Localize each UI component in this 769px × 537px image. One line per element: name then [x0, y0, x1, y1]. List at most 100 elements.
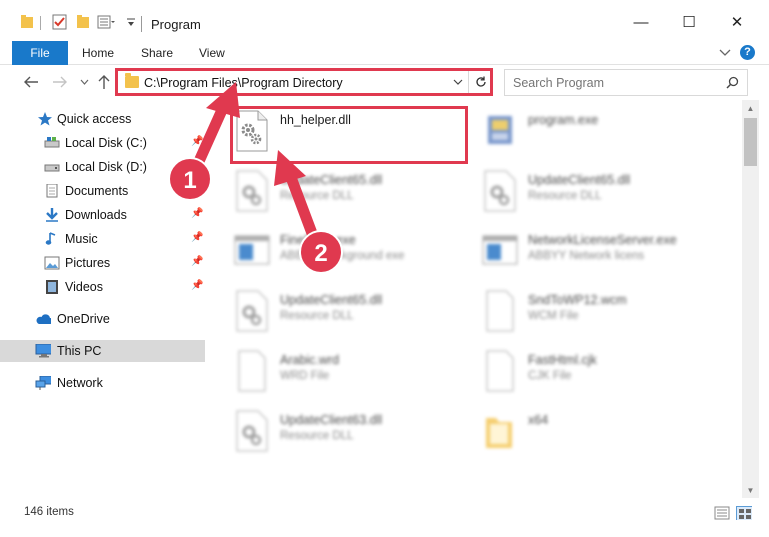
- item-count: 146 items: [24, 506, 74, 518]
- sidebar-item-label: Music: [65, 232, 98, 246]
- sidebar-item-music[interactable]: Music 📌: [0, 228, 205, 250]
- sidebar-item-network[interactable]: Network: [0, 372, 205, 394]
- dll-gear-icon: [236, 410, 268, 452]
- sidebar-item-label: Videos: [65, 280, 103, 294]
- file-item[interactable]: SndToWP12.wcm WCM File: [482, 288, 732, 340]
- dll-gear-icon: [236, 170, 268, 212]
- pin-icon: 📌: [191, 232, 204, 243]
- pictures-icon: [44, 256, 60, 270]
- file-item[interactable]: Arabic.wrd WRD File: [234, 348, 484, 400]
- ribbon: File Home Share View ?: [0, 40, 769, 65]
- vertical-scrollbar[interactable]: ▲ ▼: [742, 100, 759, 498]
- sidebar-item-label: Quick access: [57, 112, 132, 126]
- recent-locations-icon[interactable]: [80, 79, 89, 86]
- sidebar-item-videos[interactable]: Videos 📌: [0, 276, 205, 298]
- videos-icon: [46, 280, 58, 294]
- pin-icon: 📌: [191, 256, 204, 267]
- tab-view[interactable]: View: [199, 41, 225, 65]
- large-icons-view-icon[interactable]: [736, 506, 752, 520]
- file-description: Resource DLL: [280, 310, 354, 322]
- tab-home[interactable]: Home: [82, 41, 114, 65]
- drive-icon: [44, 164, 60, 172]
- back-arrow-icon[interactable]: [23, 76, 39, 88]
- file-name: FineExec.exe: [280, 233, 356, 247]
- window-app-icon: [482, 235, 518, 265]
- blank-file-icon: [486, 290, 514, 332]
- sidebar-item-documents[interactable]: Documents 📌: [0, 180, 205, 202]
- file-name: UpdateClient65.dll: [528, 173, 631, 187]
- properties-icon[interactable]: [52, 14, 68, 30]
- search-icon[interactable]: [726, 76, 739, 89]
- sidebar-item-quick-access[interactable]: Quick access: [0, 108, 205, 130]
- file-item[interactable]: UpdateClient65.dll Resource DLL: [234, 168, 484, 220]
- file-item[interactable]: UpdateClient63.dll Resource DLL: [234, 408, 484, 460]
- cloud-icon: [36, 314, 51, 324]
- sidebar-item-label: Local Disk (D:): [65, 160, 147, 174]
- downloads-icon: [46, 208, 58, 222]
- sidebar-item-label: Network: [57, 376, 103, 390]
- sidebar-item-label: OneDrive: [57, 312, 110, 326]
- sidebar-item-local-disk-c[interactable]: Local Disk (C:) 📌: [0, 132, 205, 154]
- tab-share[interactable]: Share: [141, 41, 173, 65]
- chevron-down-icon[interactable]: [719, 48, 731, 58]
- scrollbar-thumb[interactable]: [744, 118, 757, 166]
- folder-icon: [486, 418, 512, 448]
- tab-file[interactable]: File: [12, 41, 68, 65]
- sidebar-item-downloads[interactable]: Downloads 📌: [0, 204, 205, 226]
- up-arrow-icon[interactable]: [98, 74, 110, 90]
- customize-view-icon[interactable]: [97, 14, 115, 30]
- sidebar-item-onedrive[interactable]: OneDrive: [0, 308, 205, 330]
- file-item[interactable]: FastHtml.cjk CJK File: [482, 348, 732, 400]
- sidebar-item-label: Downloads: [65, 208, 127, 222]
- status-bar: 146 items: [0, 498, 769, 537]
- drive-icon: [44, 137, 60, 148]
- details-view-icon[interactable]: [714, 506, 730, 520]
- file-description: CJK File: [528, 370, 572, 382]
- scroll-down-icon[interactable]: ▼: [742, 484, 759, 498]
- file-item[interactable]: UpdateClient65.dll Resource DLL: [234, 288, 484, 340]
- file-description: Resource DLL: [280, 430, 354, 442]
- file-description: ABBYY Network licens: [528, 250, 645, 262]
- computer-icon: [35, 344, 51, 358]
- search-box[interactable]: [504, 69, 748, 96]
- file-name: NetworkLicenseServer.exe: [528, 233, 677, 247]
- quick-access-dropdown-icon[interactable]: [126, 17, 136, 33]
- file-item[interactable]: x64: [482, 408, 732, 460]
- title-bar: Program — ☐ ✕: [0, 0, 769, 40]
- sidebar-item-label: Pictures: [65, 256, 111, 270]
- file-name: UpdateClient65.dll: [280, 293, 383, 307]
- pin-icon: 📌: [191, 136, 204, 147]
- file-name: program.exe: [528, 113, 599, 127]
- file-description: WRD File: [280, 370, 330, 382]
- file-description: Resource DLL: [280, 190, 354, 202]
- maximize-button[interactable]: ☐: [666, 8, 712, 38]
- file-item[interactable]: UpdateClient65.dll Resource DLL: [482, 168, 732, 220]
- music-icon: [45, 232, 56, 245]
- sidebar-item-label: Local Disk (C:): [65, 136, 147, 150]
- address-bar-highlight: [115, 68, 493, 96]
- file-item[interactable]: NetworkLicenseServer.exe ABBYY Network l…: [482, 228, 732, 280]
- file-name: FastHtml.cjk: [528, 353, 597, 367]
- file-name: x64: [528, 413, 549, 427]
- sidebar-item-this-pc[interactable]: This PC: [0, 340, 205, 362]
- forward-arrow-icon[interactable]: [52, 76, 68, 88]
- sidebar-item-label: Documents: [65, 184, 129, 198]
- file-name: UpdateClient63.dll: [280, 413, 383, 427]
- documents-icon: [46, 184, 58, 198]
- file-description: ABBYY Background exe: [280, 250, 405, 262]
- window-app-icon: [234, 235, 270, 265]
- file-item[interactable]: FineExec.exe ABBYY Background exe: [234, 228, 484, 280]
- pin-icon: 📌: [191, 184, 204, 195]
- sidebar-item-local-disk-d[interactable]: Local Disk (D:): [0, 156, 205, 178]
- file-item-program-exe[interactable]: program.exe: [482, 108, 732, 160]
- file-description: Resource DLL: [528, 190, 602, 202]
- window-title: Program: [151, 17, 201, 32]
- search-input[interactable]: [505, 70, 715, 95]
- minimize-button[interactable]: —: [618, 8, 664, 38]
- help-button[interactable]: ?: [740, 45, 755, 60]
- file-name: Arabic.wrd: [280, 353, 340, 367]
- sidebar-item-pictures[interactable]: Pictures 📌: [0, 252, 205, 274]
- scroll-up-icon[interactable]: ▲: [742, 102, 759, 116]
- close-button[interactable]: ✕: [714, 8, 760, 38]
- new-folder-icon[interactable]: [76, 14, 90, 30]
